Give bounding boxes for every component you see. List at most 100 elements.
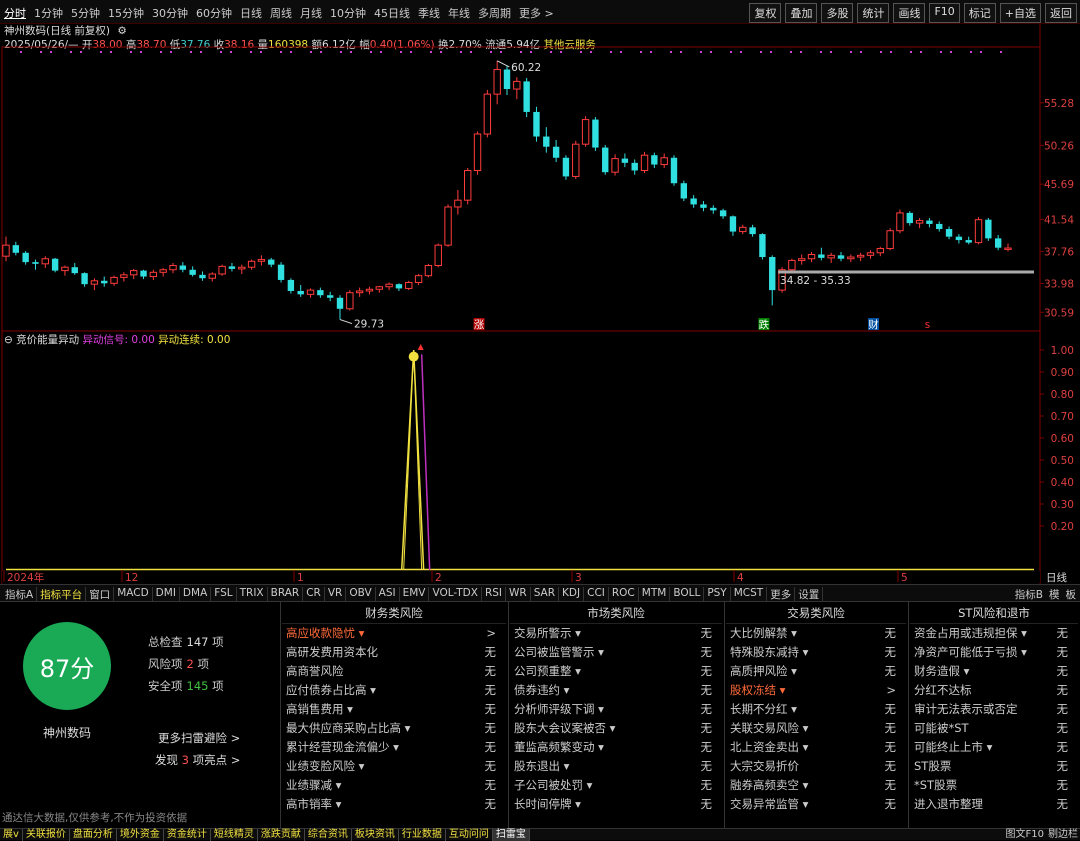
indicator-tab[interactable]: ASI — [376, 587, 400, 602]
risk-item[interactable]: 财务造假 ▾ 无 — [910, 662, 1078, 681]
risk-item[interactable]: 净资产可能低于亏损 ▾ 无 — [910, 643, 1078, 662]
risk-item[interactable]: 长时间停牌 ▾ 无 — [510, 795, 722, 814]
bottom-tab[interactable]: 板块资讯 — [352, 829, 399, 841]
indicator-tab[interactable]: MACD — [114, 587, 153, 602]
period-tab[interactable]: 周线 — [270, 5, 292, 21]
risk-item[interactable]: 大宗交易折价 无 — [726, 757, 906, 776]
toolbar-button[interactable]: +自选 — [999, 3, 1041, 23]
risk-item[interactable]: ST股票 无 — [910, 757, 1078, 776]
indicator-tab[interactable]: CR — [303, 587, 325, 602]
toolbar-button[interactable]: 统计 — [857, 3, 890, 23]
indicator-tab[interactable]: KDJ — [559, 587, 585, 602]
indicator-tab[interactable]: BRAR — [268, 587, 304, 602]
risk-item[interactable]: 长期不分红 ▾ 无 — [726, 700, 906, 719]
period-tab[interactable]: 多周期 — [478, 5, 511, 21]
bottom-tab[interactable]: 互动问问 — [446, 829, 493, 841]
risk-item[interactable]: 股东大会议案被否 ▾ 无 — [510, 719, 722, 738]
collapse-icon[interactable]: ⊖ — [4, 334, 13, 346]
bottom-tab-right[interactable]: 剔边栏 — [1048, 829, 1078, 841]
risk-item[interactable]: 大比例解禁 ▾ 无 — [726, 624, 906, 643]
toolbar-button[interactable]: 复权 — [749, 3, 782, 23]
period-tab[interactable]: 月线 — [300, 5, 322, 21]
bottom-tab[interactable]: 行业数据 — [399, 829, 446, 841]
indicator-tab[interactable]: OBV — [346, 587, 376, 602]
period-tab[interactable]: 年线 — [448, 5, 470, 21]
risk-item[interactable]: 交易异常监管 ▾ 无 — [726, 795, 906, 814]
risk-item[interactable]: 高应收款隐忧 ▾ > — [282, 624, 506, 643]
risk-item[interactable]: 公司被监管警示 ▾ 无 — [510, 643, 722, 662]
highlights-link[interactable]: 发现 3 项亮点 > — [155, 752, 240, 768]
risk-item[interactable]: 审计无法表示或否定 无 — [910, 700, 1078, 719]
indicator-tab-right-item[interactable]: 板 — [1066, 587, 1077, 602]
risk-item[interactable]: 交易所警示 ▾ 无 — [510, 624, 722, 643]
risk-item[interactable]: 应付债券占比高 ▾ 无 — [282, 681, 506, 700]
period-tab[interactable]: 季线 — [418, 5, 440, 21]
indicator-tab[interactable]: EMV — [400, 587, 430, 602]
indicator-tab[interactable]: 设置 — [795, 587, 824, 602]
toolbar-button[interactable]: F10 — [929, 3, 960, 23]
risk-item[interactable]: *ST股票 无 — [910, 776, 1078, 795]
toolbar-button[interactable]: 标记 — [963, 3, 996, 23]
indicator-tab[interactable]: FSL — [211, 587, 237, 602]
indicator-tab[interactable]: 更多 — [767, 587, 796, 602]
bottom-tab[interactable]: 短线精灵 — [211, 829, 258, 841]
bottom-tab[interactable]: 关联报价 — [23, 829, 70, 841]
bottom-tab[interactable]: 盘面分析 — [70, 829, 117, 841]
indicator-tab[interactable]: RSI — [482, 587, 506, 602]
risk-item[interactable]: 可能终止上市 ▾ 无 — [910, 738, 1078, 757]
indicator-tab[interactable]: DMI — [153, 587, 180, 602]
indicator-tab[interactable]: WR — [506, 587, 531, 602]
risk-item[interactable]: 股东退出 ▾ 无 — [510, 757, 722, 776]
risk-item[interactable]: 高研发费用资本化 无 — [282, 643, 506, 662]
toolbar-button[interactable]: 返回 — [1045, 3, 1077, 23]
indicator-tab[interactable]: DMA — [180, 587, 212, 602]
indicator-tab[interactable]: VOL-TDX — [429, 587, 482, 602]
indicator-tab-right-item[interactable]: 模 — [1049, 587, 1060, 602]
period-tab[interactable]: 更多 > — [519, 5, 554, 21]
risk-item[interactable]: 业绩骤减 ▾ 无 — [282, 776, 506, 795]
risk-item[interactable]: 融券高频卖空 ▾ 无 — [726, 776, 906, 795]
bottom-tab[interactable]: 综合资讯 — [305, 829, 352, 841]
indicator-tab[interactable]: 指标A — [2, 587, 38, 602]
period-tab[interactable]: 15分钟 — [108, 5, 144, 21]
indicator-tab[interactable]: VR — [325, 587, 347, 602]
period-tab[interactable]: 60分钟 — [196, 5, 232, 21]
indicator-tab[interactable]: BOLL — [670, 587, 705, 602]
period-tab[interactable]: 日线 — [240, 5, 262, 21]
indicator-tab[interactable]: MTM — [639, 587, 671, 602]
indicator-tab[interactable]: TRIX — [237, 587, 268, 602]
period-tab[interactable]: 1分钟 — [34, 5, 63, 21]
risk-item[interactable]: 高市销率 ▾ 无 — [282, 795, 506, 814]
risk-item[interactable]: 高销售费用 ▾ 无 — [282, 700, 506, 719]
toolbar-button[interactable]: 叠加 — [785, 3, 818, 23]
risk-item[interactable]: 可能被*ST 无 — [910, 719, 1078, 738]
risk-item[interactable]: 北上资金卖出 ▾ 无 — [726, 738, 906, 757]
risk-item[interactable]: 业绩变脸风险 ▾ 无 — [282, 757, 506, 776]
bottom-tab[interactable]: 扫雷宝 — [492, 829, 530, 841]
period-tab[interactable]: 30分钟 — [152, 5, 188, 21]
period-tab[interactable]: 分时 — [4, 5, 26, 21]
chart-canvas[interactable]: 55.28 50.26 45.69 41.54 37.76 33.98 30.59 60.22… — [0, 24, 1080, 584]
risk-item[interactable]: 分析师评级下调 ▾ 无 — [510, 700, 722, 719]
risk-item[interactable]: 子公司被处罚 ▾ 无 — [510, 776, 722, 795]
indicator-tab[interactable]: PSY — [704, 587, 731, 602]
toolbar-button[interactable]: 画线 — [893, 3, 926, 23]
period-tab[interactable]: 45日线 — [374, 5, 410, 21]
indicator-tab[interactable]: SAR — [531, 587, 560, 602]
period-tab[interactable]: 10分钟 — [330, 5, 366, 21]
indicator-tab-right-item[interactable]: 指标B — [1015, 587, 1043, 602]
indicator-tab[interactable]: MCST — [731, 587, 768, 602]
risk-item[interactable]: 股权冻结 ▾ > — [726, 681, 906, 700]
bottom-tab[interactable]: 涨跌贡献 — [258, 829, 305, 841]
indicator-tab[interactable]: 窗口 — [86, 587, 115, 602]
risk-item[interactable]: 高质押风险 ▾ 无 — [726, 662, 906, 681]
period-tab[interactable]: 5分钟 — [71, 5, 100, 21]
risk-item[interactable]: 累计经营现金流偏少 ▾ 无 — [282, 738, 506, 757]
risk-item[interactable]: 高商誉风险 无 — [282, 662, 506, 681]
risk-item[interactable]: 董监高频繁变动 ▾ 无 — [510, 738, 722, 757]
bottom-tab[interactable]: 展v — [0, 829, 23, 841]
risk-item[interactable]: 资金占用或违规担保 ▾ 无 — [910, 624, 1078, 643]
risk-item[interactable]: 进入退市整理 无 — [910, 795, 1078, 814]
toolbar-button[interactable]: 多股 — [821, 3, 854, 23]
indicator-tab[interactable]: 指标平台 — [37, 587, 87, 602]
